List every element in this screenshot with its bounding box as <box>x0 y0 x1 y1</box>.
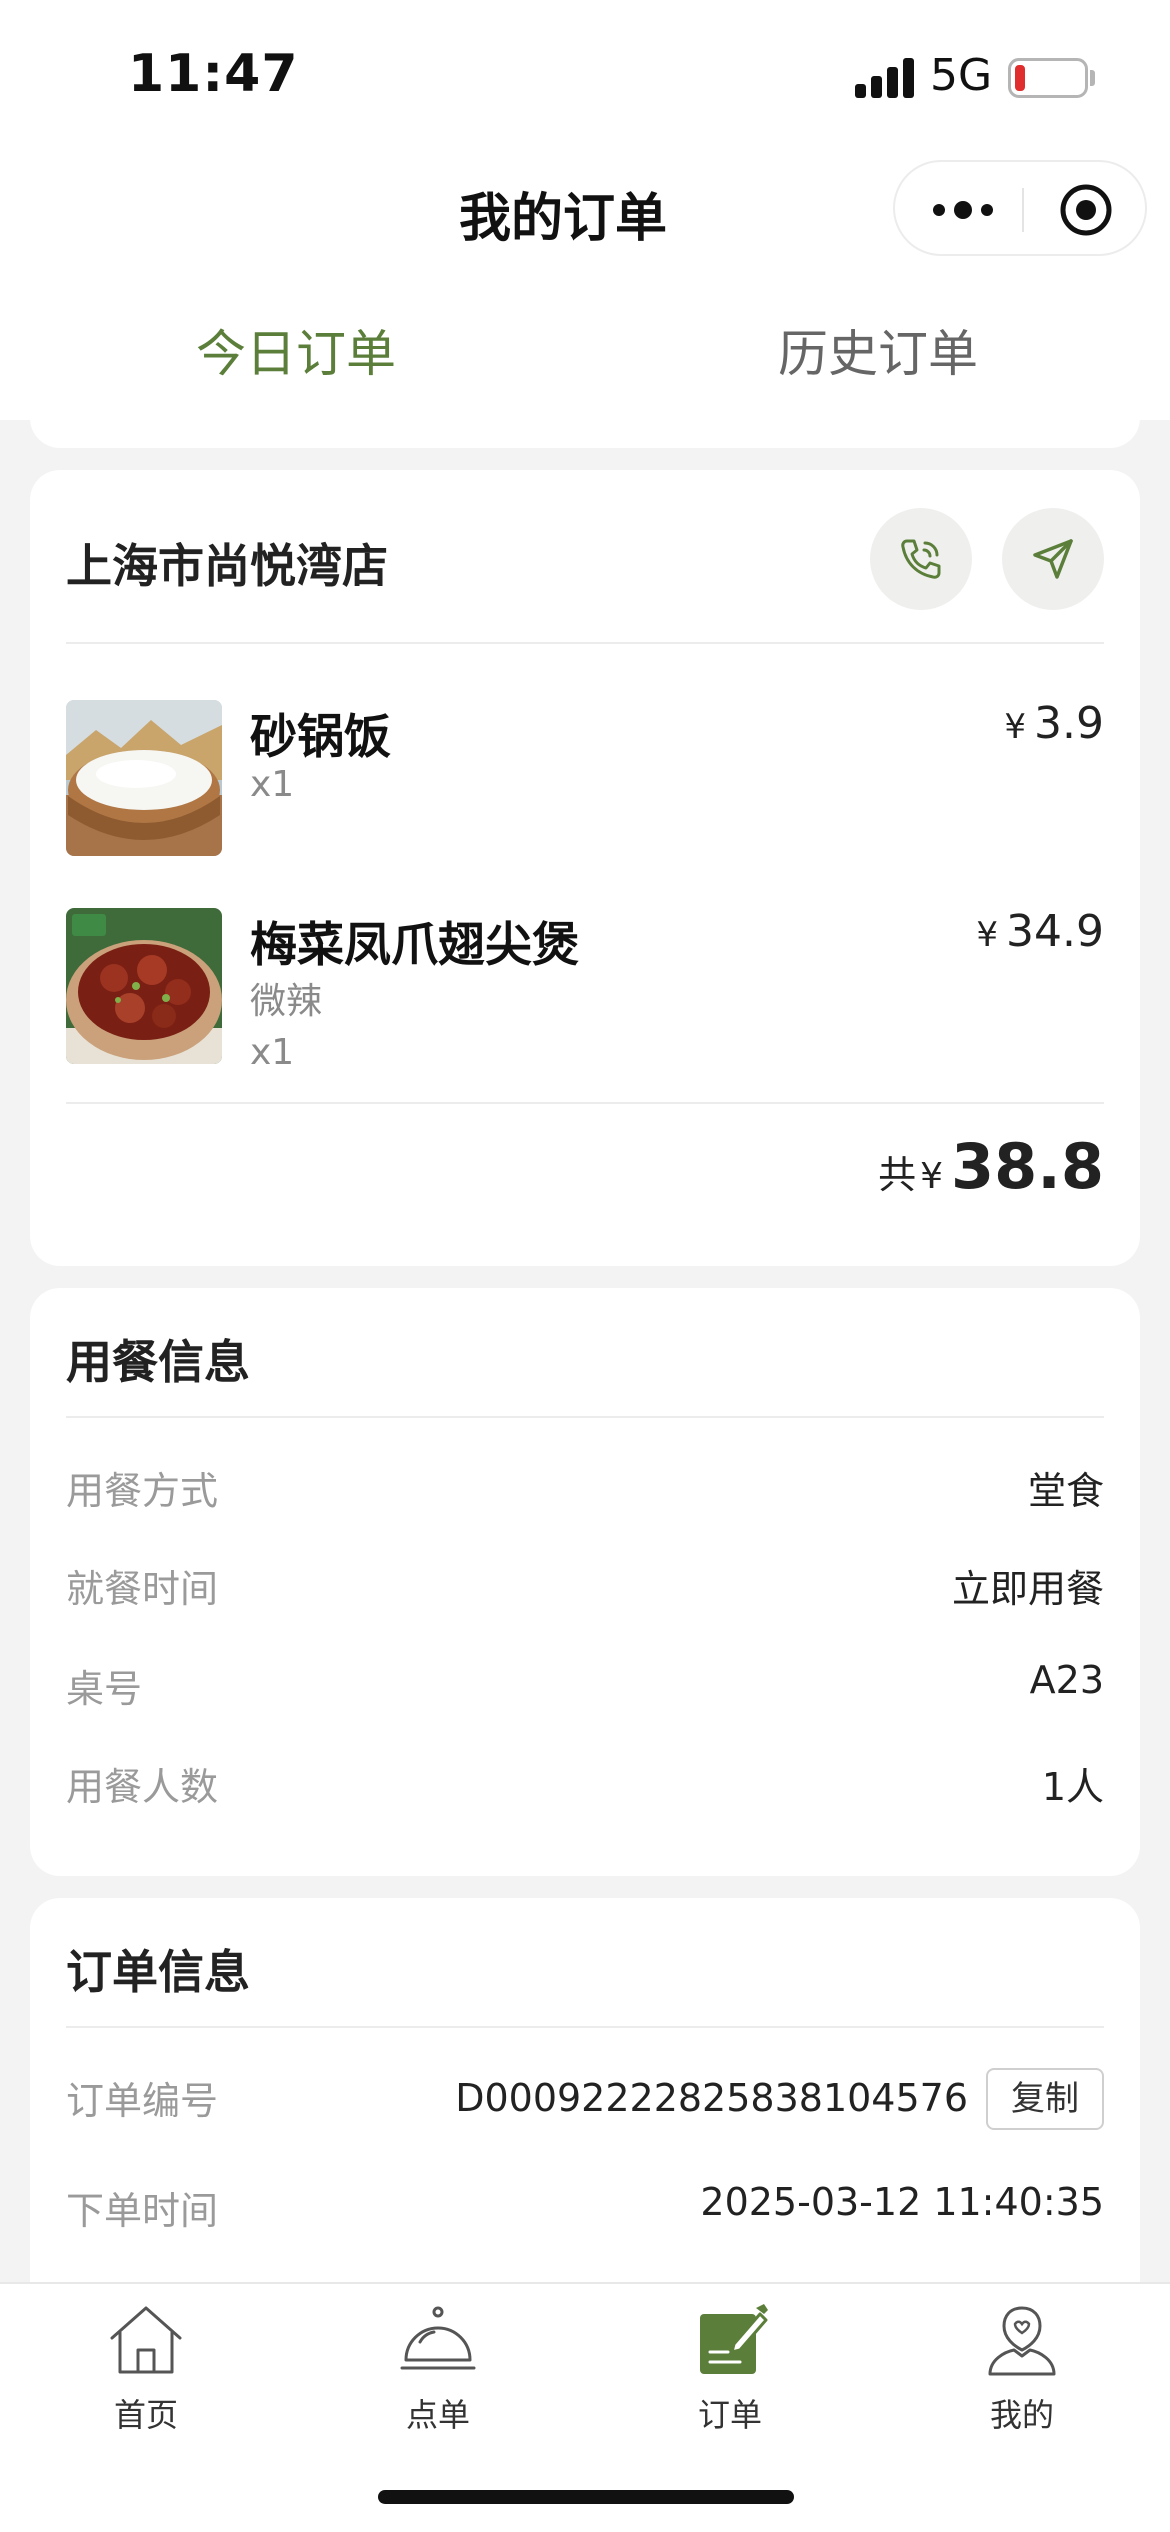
item-price: ¥34.9 <box>976 906 1104 957</box>
order-total: 共 ¥38.8 <box>878 1130 1104 1203</box>
party-size-label: 用餐人数 <box>66 1765 219 1809</box>
phone-icon <box>901 539 941 579</box>
cloche-icon <box>400 2306 476 2370</box>
order-icon <box>700 2304 768 2374</box>
battery-tip <box>1090 70 1095 86</box>
navigate-icon <box>1033 539 1073 579</box>
home-icon <box>110 2306 182 2374</box>
item-price-value: 3.9 <box>1034 698 1104 749</box>
tabbar-order-food[interactable]: 点单 <box>358 2302 518 2434</box>
item-name: 梅菜凤爪翅尖煲 <box>250 918 579 973</box>
tab-history-orders[interactable]: 历史订单 <box>778 314 978 386</box>
status-time: 11:47 <box>128 44 299 104</box>
order-number-value: D00092222825838104576 <box>455 2076 968 2120</box>
navigate-store-button[interactable] <box>1002 508 1104 610</box>
meal-info-card: 用餐信息 用餐方式 堂食 就餐时间 立即用餐 桌号 A23 用餐人数 1人 <box>30 1288 1140 1876</box>
tabbar-label: 我的 <box>989 2396 1054 2434</box>
item-quantity: x1 <box>250 764 295 805</box>
nav-bar: 我的订单 <box>0 150 1170 270</box>
items-divider <box>66 1102 1104 1104</box>
dining-time-label: 就餐时间 <box>66 1567 219 1611</box>
item-image-chicken-feet-pot <box>66 908 222 1064</box>
profile-icon <box>988 2306 1056 2376</box>
order-info-divider <box>66 2026 1104 2028</box>
dining-mode-label: 用餐方式 <box>66 1469 219 1513</box>
order-info-card: 订单信息 订单编号 D00092222825838104576 复制 下单时间 … <box>30 1898 1140 2318</box>
network-label: 5G <box>930 50 993 101</box>
screen: 11:47 5G 我的订单 今日订单 历史订单 上海市尚悦湾店 砂锅饭 x1 ¥… <box>0 0 1170 2532</box>
currency-symbol: ¥ <box>1004 707 1027 747</box>
signal-icon <box>855 56 915 98</box>
store-order-card: 上海市尚悦湾店 砂锅饭 x1 ¥ 3.9 梅菜凤爪翅尖煲 微辣 x1 ¥ 34.… <box>30 470 1140 1266</box>
party-size-value: 1人 <box>1041 1765 1104 1809</box>
tabbar-orders[interactable]: 订单 <box>650 2302 810 2434</box>
copy-order-number-button[interactable]: 复制 <box>986 2068 1104 2130</box>
order-number-label: 订单编号 <box>66 2079 219 2123</box>
currency-symbol: ¥ <box>976 915 999 955</box>
previous-card-edge <box>30 400 1140 448</box>
total-currency: ¥ <box>920 1156 944 1197</box>
tabbar-label: 点单 <box>405 2396 470 2434</box>
dining-time-value: 立即用餐 <box>951 1567 1104 1611</box>
meal-info-title: 用餐信息 <box>66 1335 250 1389</box>
tabbar-label: 订单 <box>697 2396 762 2434</box>
item-price: ¥3.9 <box>1004 698 1104 749</box>
dining-mode-value: 堂食 <box>1027 1469 1104 1513</box>
status-bar: 11:47 5G <box>0 0 1170 150</box>
store-name: 上海市尚悦湾店 <box>66 539 388 593</box>
target-icon <box>1060 184 1112 236</box>
call-store-button[interactable] <box>870 508 972 610</box>
mini-program-capsule <box>893 160 1147 256</box>
item-image-claypot-rice <box>66 700 222 856</box>
home-indicator <box>378 2490 794 2504</box>
store-divider <box>66 642 1104 644</box>
more-button[interactable] <box>925 186 1001 234</box>
more-dots-icon <box>933 201 993 219</box>
header: 11:47 5G 我的订单 今日订单 历史订单 <box>0 0 1170 422</box>
capsule-divider <box>1022 188 1024 232</box>
close-miniprogram-button[interactable] <box>1058 182 1114 238</box>
table-number-value: A23 <box>1029 1658 1104 1702</box>
meal-info-divider <box>66 1416 1104 1418</box>
battery-level <box>1015 65 1025 91</box>
item-quantity: x1 <box>250 1032 295 1073</box>
item-option: 微辣 <box>250 981 323 1022</box>
total-label: 共 <box>878 1153 917 1197</box>
tab-today-orders[interactable]: 今日订单 <box>196 314 396 386</box>
tabbar-profile[interactable]: 我的 <box>942 2302 1102 2434</box>
total-amount: 38.8 <box>951 1130 1104 1203</box>
order-time-value: 2025-03-12 11:40:35 <box>700 2180 1104 2224</box>
battery-icon <box>1008 58 1088 98</box>
item-price-value: 34.9 <box>1006 906 1104 957</box>
item-name: 砂锅饭 <box>250 710 391 765</box>
table-number-label: 桌号 <box>66 1667 143 1711</box>
order-info-title: 订单信息 <box>66 1945 250 1999</box>
order-time-label: 下单时间 <box>66 2189 219 2233</box>
tabbar-label: 首页 <box>113 2396 178 2434</box>
tabbar-home[interactable]: 首页 <box>66 2302 226 2434</box>
